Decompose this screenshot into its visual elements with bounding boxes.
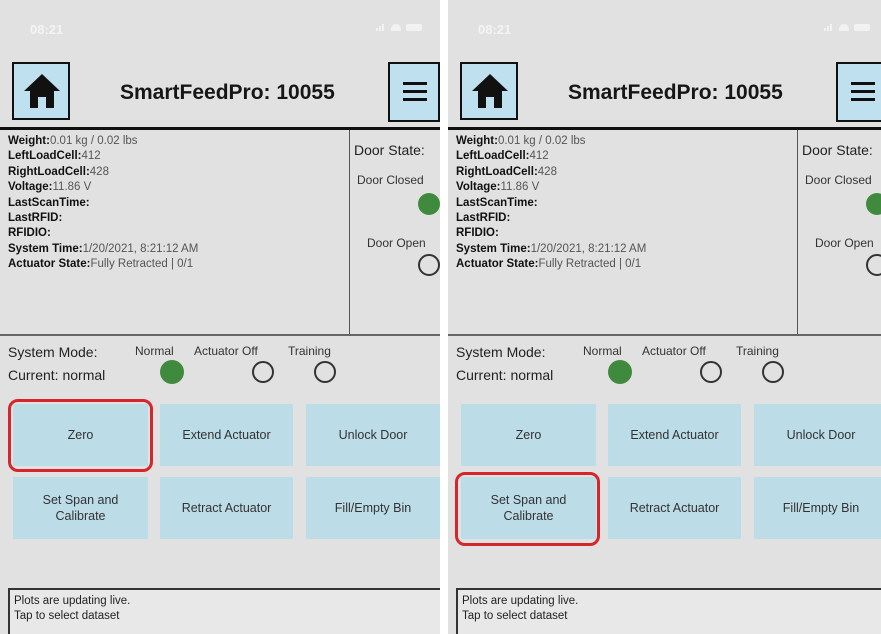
door-open-label: Door Open bbox=[367, 236, 426, 250]
system-mode-row: System Mode: Current: normal Normal Actu… bbox=[0, 342, 440, 392]
plot-tap-hint: Tap to select dataset bbox=[14, 610, 120, 622]
last-rfid-readout: LastRFID: bbox=[456, 212, 511, 225]
door-closed-label: Door Closed bbox=[805, 173, 872, 187]
sensor-info-panel: Weight:0.01 kg / 0.02 lbs LeftLoadCell:4… bbox=[454, 130, 798, 335]
door-open-label: Door Open bbox=[815, 236, 874, 250]
current-mode-label: Current: normal bbox=[8, 367, 106, 383]
weight-readout: Weight:0.01 kg / 0.02 lbs bbox=[8, 135, 138, 147]
system-time-readout: System Time:1/20/2021, 8:21:12 AM bbox=[456, 242, 647, 255]
unlock-door-button[interactable]: Unlock Door bbox=[306, 404, 440, 466]
door-closed-indicator bbox=[866, 193, 881, 215]
battery-icon bbox=[406, 24, 422, 31]
last-scan-time-readout: LastScanTime: bbox=[456, 196, 538, 209]
door-state-panel: Door State: Door Closed Door Open bbox=[350, 130, 440, 335]
actuator-state-readout: Actuator State:Fully Retracted | 0/1 bbox=[8, 258, 194, 271]
fill-empty-bin-button[interactable]: Fill/Empty Bin bbox=[306, 477, 440, 539]
rfidio-readout: RFIDIO: bbox=[456, 227, 499, 240]
mode-radio-normal[interactable] bbox=[608, 360, 632, 384]
signal-icon bbox=[376, 24, 386, 31]
plot-status-line: Plots are updating live. bbox=[462, 595, 579, 607]
left-load-cell-readout: LeftLoadCell:412 bbox=[456, 150, 549, 163]
weight-readout: Weight:0.01 kg / 0.02 lbs bbox=[456, 135, 586, 147]
status-bar: 08:21 bbox=[448, 0, 881, 56]
home-button[interactable] bbox=[12, 62, 70, 120]
mode-radio-actuator-off[interactable] bbox=[700, 361, 722, 383]
left-load-cell-readout: LeftLoadCell:412 bbox=[8, 150, 101, 163]
system-mode-label: System Mode: bbox=[8, 344, 98, 360]
app-title: SmartFeedPro: 10055 bbox=[568, 81, 783, 104]
status-bar: 08:21 bbox=[0, 0, 440, 56]
system-mode-row: System Mode: Current: normal Normal Actu… bbox=[448, 342, 881, 392]
door-open-indicator bbox=[866, 254, 881, 276]
last-scan-time-readout: LastScanTime: bbox=[8, 196, 90, 209]
fill-empty-bin-button[interactable]: Fill/Empty Bin bbox=[754, 477, 881, 539]
panel-divider bbox=[448, 334, 881, 336]
home-icon bbox=[24, 74, 60, 108]
app-header: SmartFeedPro: 10055 bbox=[0, 58, 440, 128]
plot-status-box[interactable]: Plots are updating live. Tap to select d… bbox=[456, 588, 881, 634]
mode-option-training-label: Training bbox=[288, 344, 331, 358]
panel-divider bbox=[0, 334, 440, 336]
mode-radio-training[interactable] bbox=[314, 361, 336, 383]
retract-actuator-button[interactable]: Retract Actuator bbox=[160, 477, 293, 539]
system-mode-label: System Mode: bbox=[456, 344, 546, 360]
mode-option-actuator-off-label: Actuator Off bbox=[642, 344, 706, 358]
door-state-title: Door State: bbox=[354, 142, 425, 158]
battery-icon bbox=[854, 24, 870, 31]
door-open-indicator bbox=[418, 254, 440, 276]
phone-screen-left: 08:21 SmartFeedPro: 10055 Weight:0.01 kg… bbox=[0, 0, 440, 634]
extend-actuator-button[interactable]: Extend Actuator bbox=[160, 404, 293, 466]
home-button[interactable] bbox=[460, 62, 518, 120]
right-load-cell-readout: RightLoadCell:428 bbox=[456, 165, 557, 178]
rfidio-readout: RFIDIO: bbox=[8, 227, 51, 240]
current-mode-label: Current: normal bbox=[456, 367, 554, 383]
set-span-calibrate-button[interactable]: Set Span and Calibrate bbox=[13, 477, 148, 539]
plot-status-line: Plots are updating live. bbox=[14, 595, 131, 607]
voltage-readout: Voltage:11.86 V bbox=[456, 181, 540, 194]
app-title: SmartFeedPro: 10055 bbox=[120, 81, 335, 104]
plot-tap-hint: Tap to select dataset bbox=[462, 610, 568, 622]
unlock-door-button[interactable]: Unlock Door bbox=[754, 404, 881, 466]
highlight-box bbox=[8, 399, 153, 472]
door-closed-label: Door Closed bbox=[357, 173, 424, 187]
mode-option-actuator-off-label: Actuator Off bbox=[194, 344, 258, 358]
door-state-title: Door State: bbox=[802, 142, 873, 158]
extend-actuator-button[interactable]: Extend Actuator bbox=[608, 404, 741, 466]
mode-option-training-label: Training bbox=[736, 344, 779, 358]
wifi-icon bbox=[391, 24, 401, 31]
mode-option-normal-label: Normal bbox=[583, 344, 622, 358]
door-state-panel: Door State: Door Closed Door Open bbox=[798, 130, 881, 335]
right-load-cell-readout: RightLoadCell:428 bbox=[8, 165, 109, 178]
status-time: 08:21 bbox=[30, 22, 64, 37]
sensor-info-panel: Weight:0.01 kg / 0.02 lbs LeftLoadCell:4… bbox=[6, 130, 350, 335]
highlight-box bbox=[455, 472, 600, 546]
last-rfid-readout: LastRFID: bbox=[8, 212, 63, 225]
voltage-readout: Voltage:11.86 V bbox=[8, 181, 92, 194]
signal-icon bbox=[824, 24, 834, 31]
menu-button[interactable] bbox=[836, 62, 881, 122]
mode-radio-training[interactable] bbox=[762, 361, 784, 383]
door-closed-indicator bbox=[418, 193, 440, 215]
mode-radio-normal[interactable] bbox=[160, 360, 184, 384]
home-icon bbox=[472, 74, 508, 108]
app-header: SmartFeedPro: 10055 bbox=[448, 58, 881, 128]
system-time-readout: System Time:1/20/2021, 8:21:12 AM bbox=[8, 242, 199, 255]
zero-button[interactable]: Zero bbox=[461, 404, 596, 466]
phone-screen-right: 08:21 SmartFeedPro: 10055 Weight:0.01 kg… bbox=[448, 0, 881, 634]
actuator-state-readout: Actuator State:Fully Retracted | 0/1 bbox=[456, 258, 642, 271]
menu-button[interactable] bbox=[388, 62, 440, 122]
wifi-icon bbox=[839, 24, 849, 31]
plot-status-box[interactable]: Plots are updating live. Tap to select d… bbox=[8, 588, 440, 634]
retract-actuator-button[interactable]: Retract Actuator bbox=[608, 477, 741, 539]
mode-option-normal-label: Normal bbox=[135, 344, 174, 358]
status-time: 08:21 bbox=[478, 22, 512, 37]
mode-radio-actuator-off[interactable] bbox=[252, 361, 274, 383]
